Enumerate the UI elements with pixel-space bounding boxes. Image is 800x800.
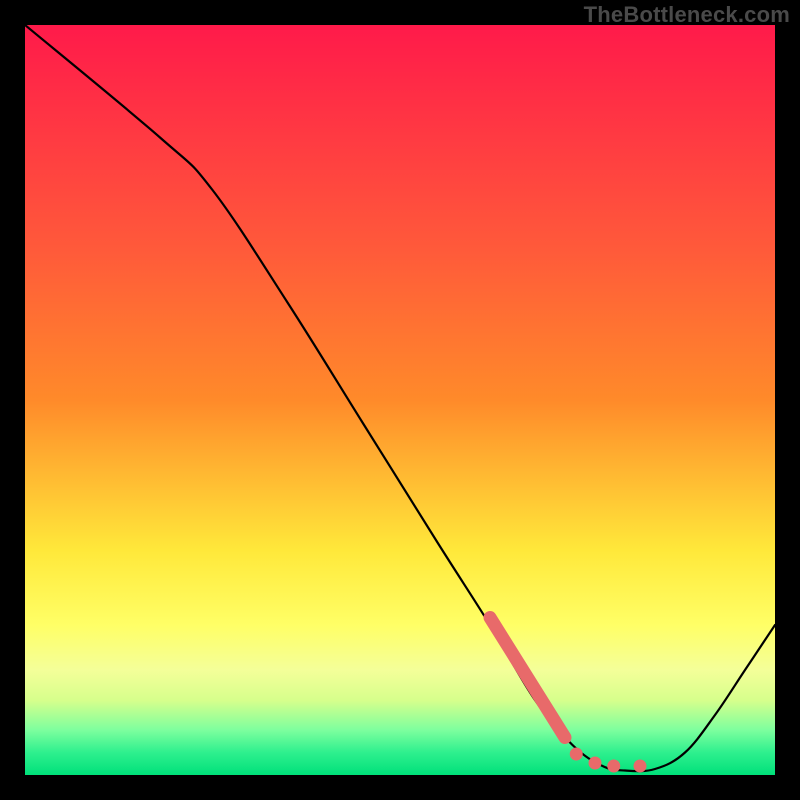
plot-area	[25, 25, 775, 775]
gradient-background	[25, 25, 775, 775]
highlight-dot	[634, 760, 647, 773]
highlight-dot	[570, 748, 583, 761]
highlight-dot	[607, 760, 620, 773]
chart-frame: TheBottleneck.com	[0, 0, 800, 800]
chart-svg	[25, 25, 775, 775]
highlight-dot	[589, 757, 602, 770]
